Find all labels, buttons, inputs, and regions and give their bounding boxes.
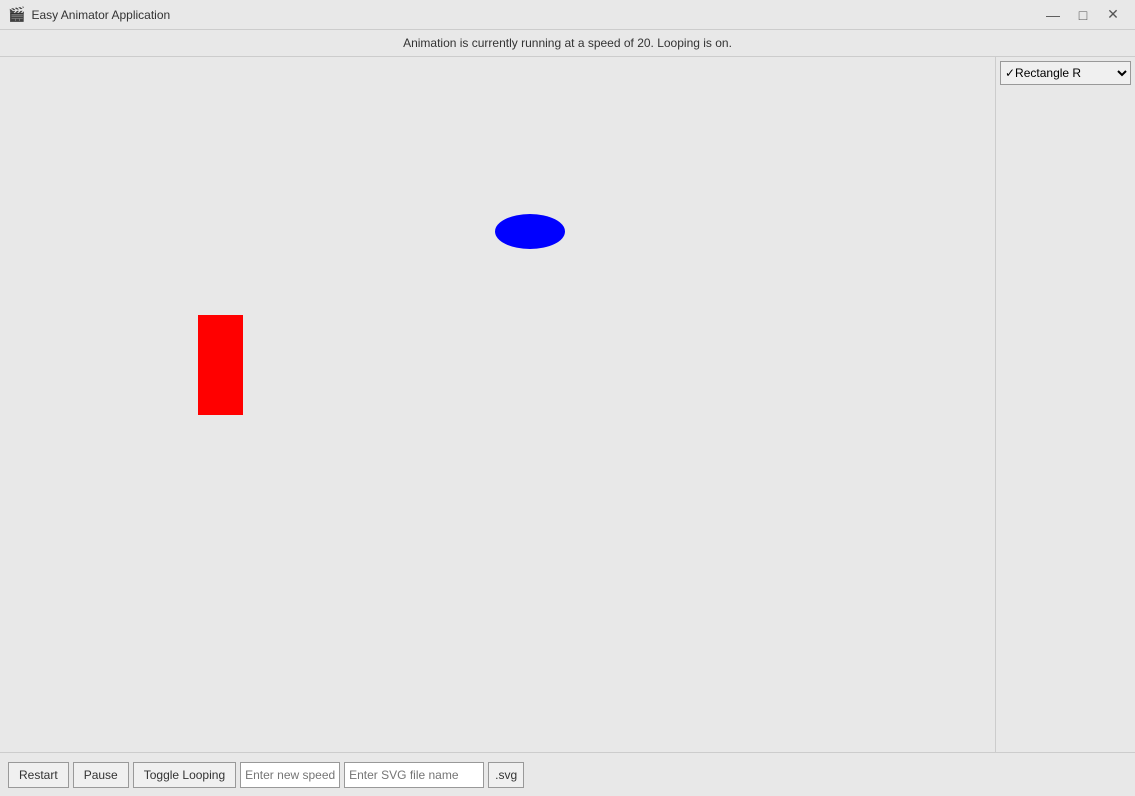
right-panel: ✓Rectangle R (995, 57, 1135, 752)
shape-dropdown-container: ✓Rectangle R (1000, 61, 1131, 85)
minimize-button[interactable]: — (1039, 4, 1067, 26)
canvas-area (0, 57, 995, 752)
shape-dropdown[interactable]: ✓Rectangle R (1000, 61, 1131, 85)
pause-button[interactable]: Pause (73, 762, 129, 788)
status-bar: Animation is currently running at a spee… (0, 30, 1135, 57)
bottom-bar: Restart Pause Toggle Looping .svg (0, 752, 1135, 796)
main-content: ✓Rectangle R (0, 57, 1135, 752)
toggle-looping-button[interactable]: Toggle Looping (133, 762, 236, 788)
restart-button[interactable]: Restart (8, 762, 69, 788)
speed-input[interactable] (240, 762, 340, 788)
svg-filename-input[interactable] (344, 762, 484, 788)
maximize-button[interactable]: □ (1069, 4, 1097, 26)
svg-extension-label: .svg (488, 762, 524, 788)
title-bar: 🎬 Easy Animator Application — □ ✕ (0, 0, 1135, 30)
status-message: Animation is currently running at a spee… (403, 36, 732, 50)
blue-ellipse-shape (495, 214, 565, 249)
app-icon: 🎬 (8, 6, 25, 23)
app-title: Easy Animator Application (31, 8, 170, 22)
close-button[interactable]: ✕ (1099, 4, 1127, 26)
window-controls: — □ ✕ (1039, 4, 1127, 26)
title-bar-left: 🎬 Easy Animator Application (8, 6, 170, 23)
red-rectangle-shape (198, 315, 243, 415)
